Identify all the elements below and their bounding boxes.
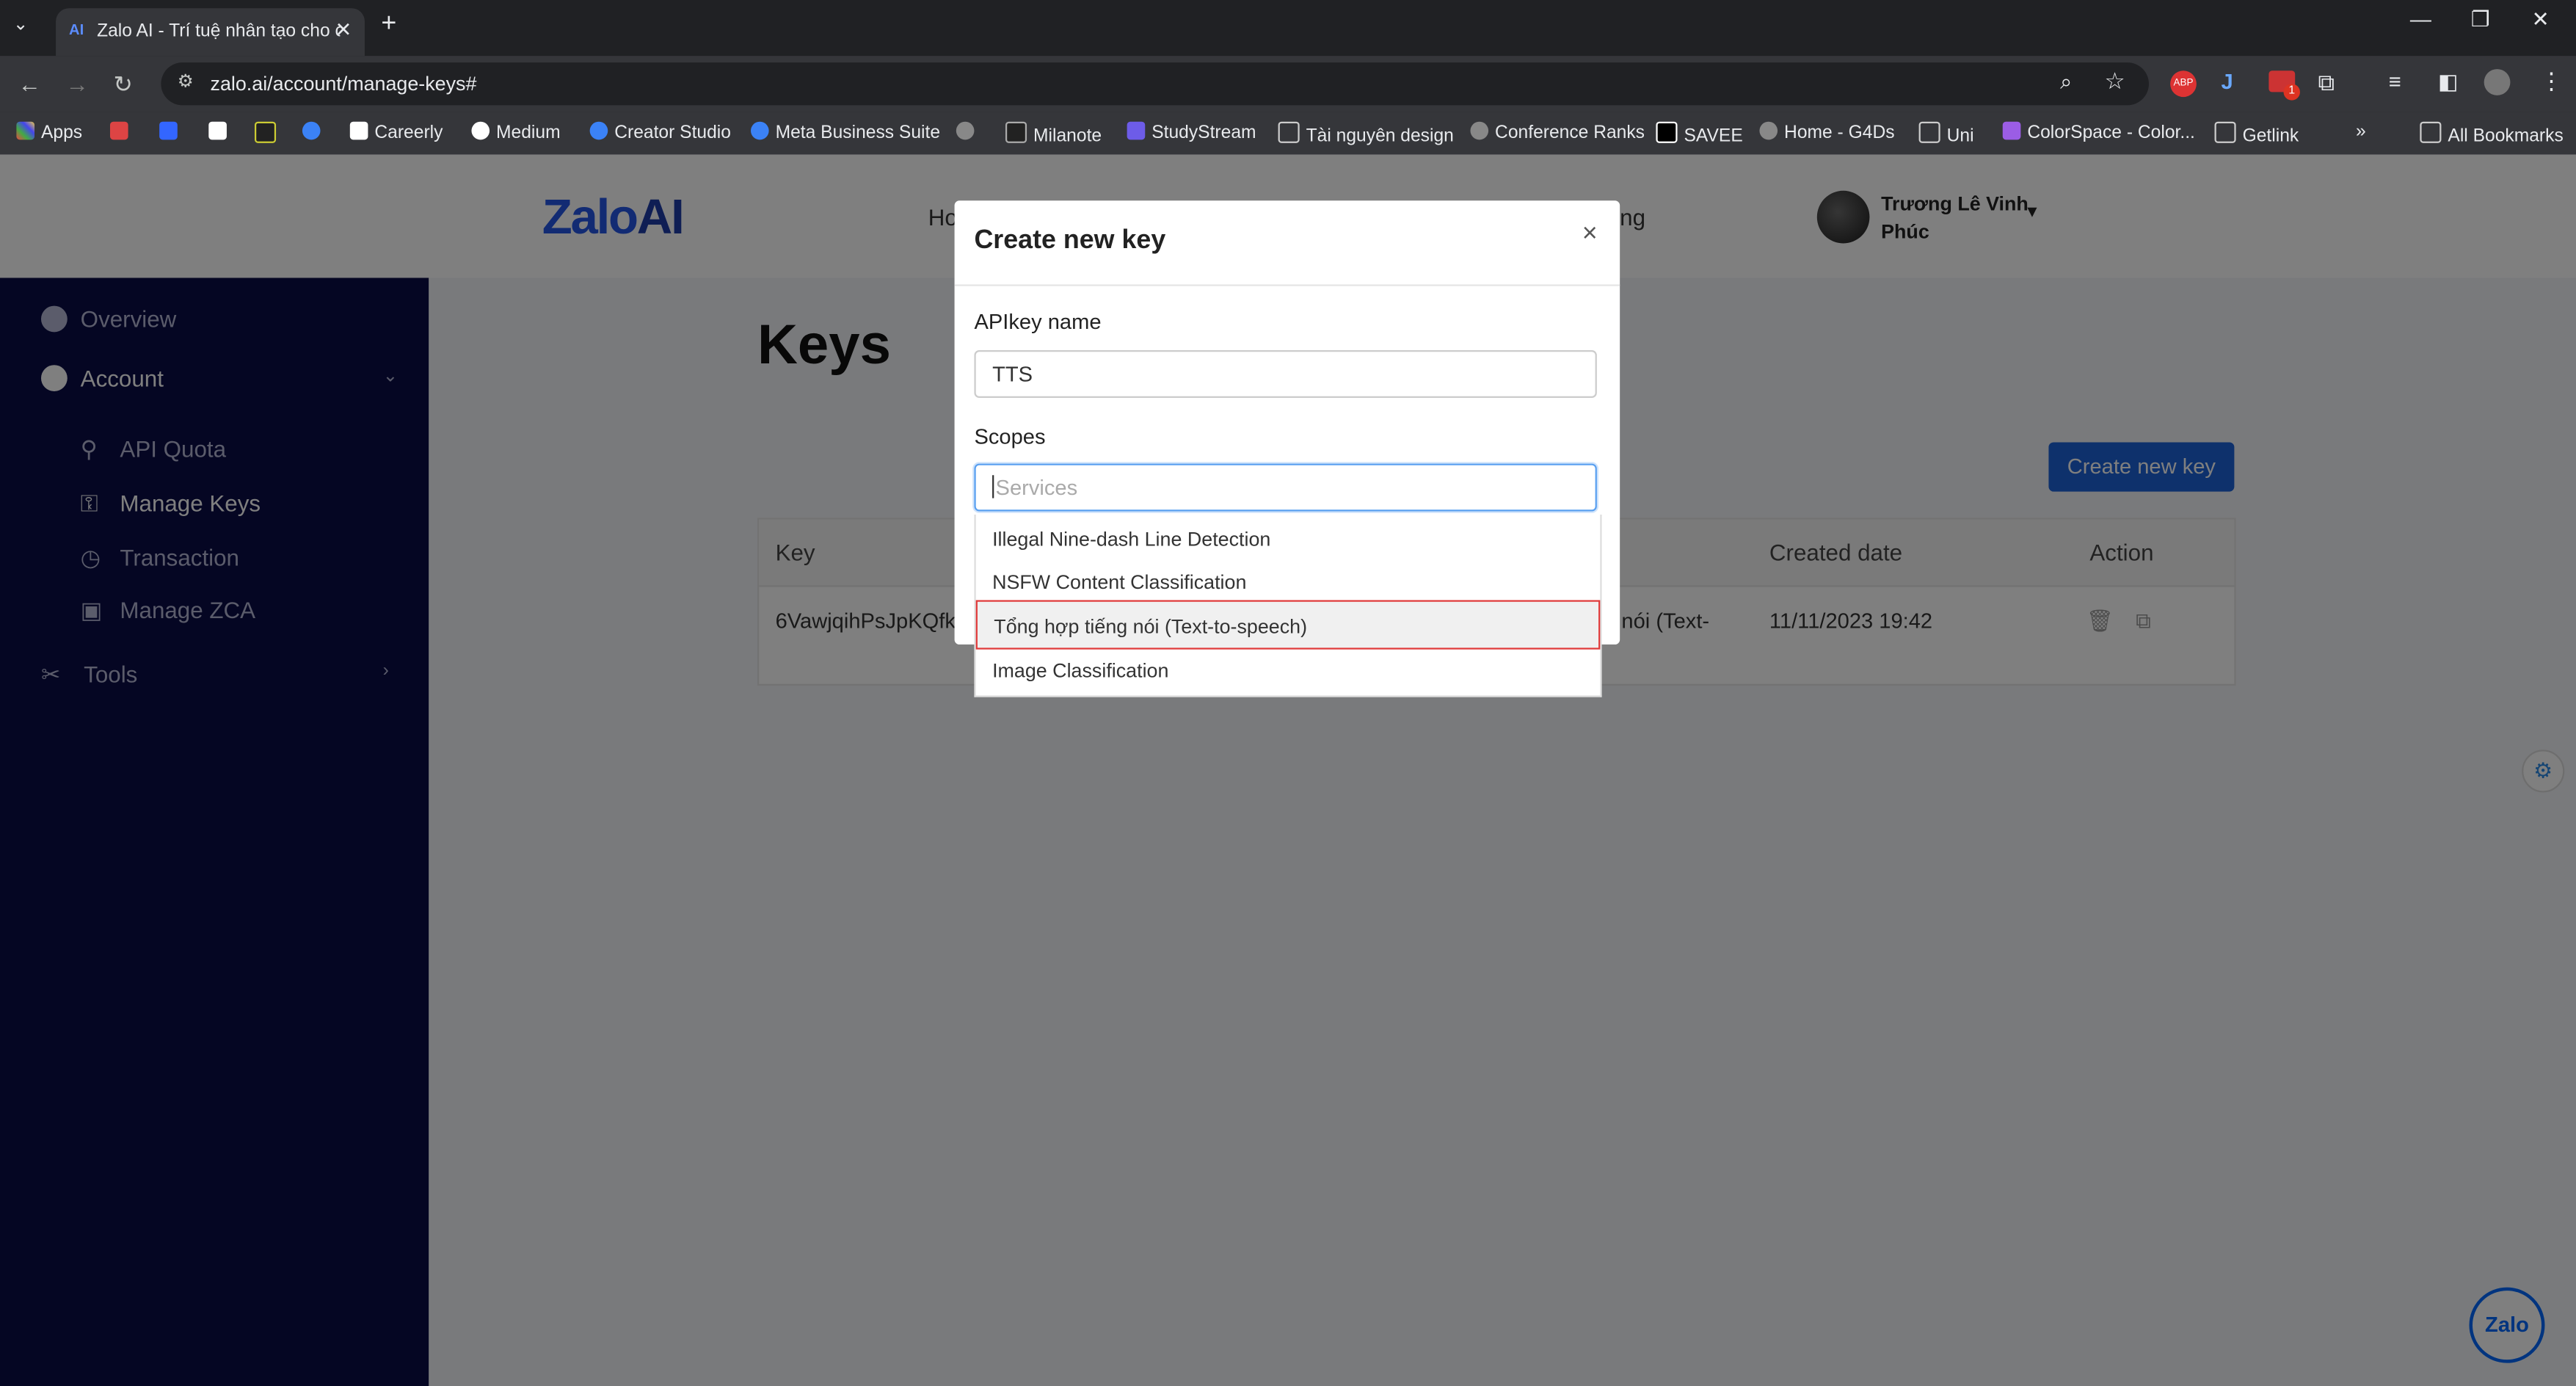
- bookmark-studystream[interactable]: StudyStream: [1127, 121, 1256, 143]
- browser-toolbar: ← → ↻ ⚙ zalo.ai/account/manage-keys# ⌕ ☆…: [0, 56, 2576, 112]
- site-info-icon[interactable]: ⚙: [178, 70, 194, 92]
- profile-avatar[interactable]: [2484, 69, 2511, 95]
- bookmark-getlink[interactable]: Getlink: [2214, 121, 2299, 146]
- bookmark-star-icon[interactable]: ☆: [2105, 68, 2125, 95]
- scope-option[interactable]: Image Classification: [976, 650, 1601, 692]
- bookmark-careerly[interactable]: Careerly: [349, 121, 443, 143]
- bookmark-apps[interactable]: Apps: [16, 121, 82, 143]
- bookmark-uni[interactable]: Uni: [1918, 121, 1974, 146]
- tab-close-icon[interactable]: ✕: [335, 18, 352, 41]
- calendar-icon[interactable]: [159, 121, 184, 143]
- close-window-icon[interactable]: ✕: [2532, 7, 2550, 33]
- mail-badge: 1: [2283, 84, 2300, 101]
- scopes-dropdown: Illegal Nine-dash Line Detection NSFW Co…: [974, 515, 1602, 697]
- zoom-search-icon[interactable]: ⌕: [2060, 69, 2072, 95]
- new-tab-icon[interactable]: +: [381, 10, 396, 39]
- scopes-label: Scopes: [974, 424, 1046, 449]
- back-icon[interactable]: ←: [18, 70, 41, 97]
- browser-tab[interactable]: AI Zalo AI - Trí tuệ nhân tạo cho c ✕: [56, 8, 365, 57]
- close-icon[interactable]: ×: [1582, 220, 1598, 250]
- bookmark-creator-studio[interactable]: Creator Studio: [589, 121, 731, 143]
- extension-j-icon[interactable]: J: [2221, 69, 2233, 94]
- bookmark-savee[interactable]: SAVEE: [1656, 121, 1743, 146]
- bookmark-tai-nguyen-design[interactable]: Tài nguyên design: [1278, 121, 1454, 146]
- bookmark-c-icon[interactable]: [254, 121, 283, 147]
- menu-kebab-icon[interactable]: ⋮: [2540, 68, 2563, 95]
- text-caret: [992, 475, 994, 498]
- extensions-icon[interactable]: ⧉: [2318, 69, 2335, 97]
- more-bookmarks-icon[interactable]: »: [2356, 122, 2366, 142]
- url-text: zalo.ai/account/manage-keys#: [210, 72, 477, 95]
- apps-grid-icon: [16, 121, 35, 140]
- modal-title: Create new key: [974, 227, 1166, 255]
- divider: [954, 284, 1620, 286]
- bookmarks-bar: Apps Careerly Medium Creator Studio Meta…: [0, 112, 2576, 156]
- tab-title: Zalo AI - Trí tuệ nhân tạo cho c: [97, 21, 341, 41]
- scopes-placeholder: Services: [995, 475, 1078, 500]
- browser-tab-bar: ⌄ AI Zalo AI - Trí tuệ nhân tạo cho c ✕ …: [0, 0, 2576, 57]
- bookmark-home-g4ds[interactable]: Home - G4Ds: [1759, 121, 1895, 143]
- bookmark-meta-business-suite[interactable]: Meta Business Suite: [751, 121, 940, 143]
- address-bar[interactable]: ⚙ zalo.ai/account/manage-keys# ⌕ ☆: [161, 62, 2149, 106]
- globe-icon[interactable]: [956, 121, 981, 143]
- apikey-name-value: TTS: [992, 361, 1033, 387]
- scopes-input[interactable]: Services: [974, 463, 1597, 512]
- adblock-icon[interactable]: ABP: [2170, 70, 2197, 98]
- bookmark-milanote[interactable]: Milanote: [1005, 121, 1102, 146]
- tab-search-icon[interactable]: ⌄: [13, 13, 29, 35]
- all-bookmarks[interactable]: All Bookmarks: [2420, 121, 2564, 146]
- bookmark-conference-ranks[interactable]: Conference Ranks: [1470, 121, 1645, 143]
- forward-icon[interactable]: →: [66, 70, 89, 97]
- bookmark-100-icon[interactable]: [302, 121, 327, 143]
- scope-option[interactable]: Illegal Nine-dash Line Detection: [976, 518, 1601, 560]
- gmail-icon[interactable]: [109, 121, 135, 143]
- restore-icon[interactable]: ❐: [2471, 7, 2490, 33]
- bookmark-medium[interactable]: Medium: [471, 121, 561, 143]
- reload-icon[interactable]: ↻: [113, 70, 132, 98]
- apikey-name-label: APIkey name: [974, 309, 1102, 334]
- apikey-name-field[interactable]: TTS: [974, 350, 1597, 398]
- tab-favicon: AI: [69, 21, 84, 38]
- media-icon[interactable]: ≡: [2389, 69, 2401, 94]
- notion-icon[interactable]: [208, 121, 233, 143]
- minimize-icon[interactable]: —: [2410, 7, 2431, 32]
- scope-option-highlighted[interactable]: Tổng hợp tiếng nói (Text-to-speech): [975, 600, 1601, 650]
- bookmark-colorspace[interactable]: ColorSpace - Color...: [2002, 121, 2195, 143]
- scope-option[interactable]: NSFW Content Classification: [976, 561, 1601, 603]
- side-panel-icon[interactable]: ◧: [2438, 69, 2459, 95]
